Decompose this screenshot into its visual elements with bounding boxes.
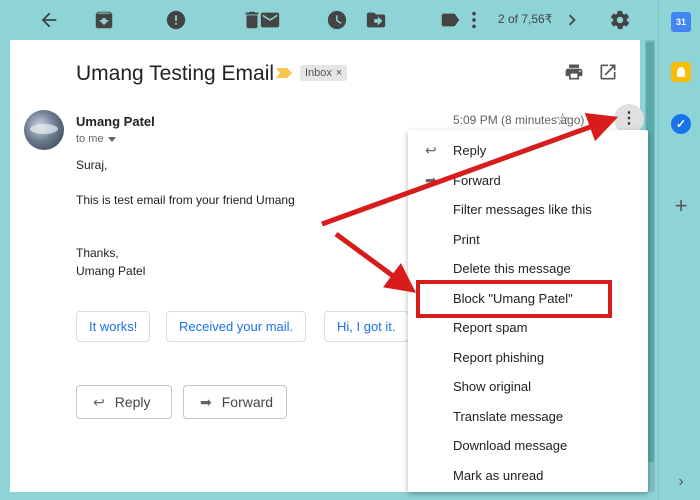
forward-arrow-icon: ➡ <box>200 393 212 410</box>
star-icon[interactable]: ☆ <box>555 110 570 130</box>
sender-name[interactable]: Umang Patel <box>76 114 155 129</box>
labels-icon[interactable] <box>438 8 462 32</box>
sender-avatar[interactable] <box>24 110 64 150</box>
annotation-highlight-box <box>416 280 612 318</box>
report-spam-icon[interactable] <box>164 8 188 32</box>
menu-item-delete[interactable]: Delete this message <box>453 261 571 276</box>
inbox-label-chip[interactable]: Inbox × <box>300 65 348 81</box>
archive-icon[interactable] <box>92 8 116 32</box>
expand-panel-icon[interactable]: › <box>671 472 691 492</box>
smart-reply-it-works[interactable]: It works! <box>76 311 151 342</box>
smart-reply-got-it[interactable]: Hi, I got it. <box>324 311 409 342</box>
smart-reply-received[interactable]: Received your mail. <box>166 311 307 342</box>
email-signoff: Thanks, <box>76 246 119 260</box>
open-new-window-icon[interactable] <box>598 62 618 82</box>
forward-label: Forward <box>221 394 274 410</box>
tasks-icon[interactable]: ✓ <box>671 114 691 134</box>
menu-item-report-phishing[interactable]: Report phishing <box>453 350 544 365</box>
back-arrow-icon[interactable] <box>37 8 61 32</box>
recipient-text: to me <box>76 133 104 145</box>
menu-item-reply[interactable]: Reply <box>453 143 486 158</box>
menu-item-print[interactable]: Print <box>453 232 480 247</box>
email-greeting: Suraj, <box>76 158 108 172</box>
forward-button[interactable]: ➡ Forward <box>183 385 287 419</box>
print-icon[interactable] <box>564 62 584 82</box>
menu-item-filter[interactable]: Filter messages like this <box>453 202 592 217</box>
email-body: This is test email from your friend Uman… <box>76 193 295 207</box>
toolbar: 2 of 7,56₹ <box>0 0 650 40</box>
vertical-dots-icon: ⋮ <box>621 110 637 127</box>
move-to-icon[interactable] <box>364 8 388 32</box>
recipient-details[interactable]: to me <box>76 133 116 145</box>
importance-marker-icon[interactable] <box>276 68 292 78</box>
remove-label-icon[interactable]: × <box>336 67 342 79</box>
message-count: 2 of 7,56₹ <box>498 12 553 26</box>
settings-gear-icon[interactable] <box>608 8 632 32</box>
inbox-label-text: Inbox <box>305 67 332 79</box>
snooze-icon[interactable] <box>325 8 349 32</box>
menu-item-mark-unread[interactable]: Mark as unread <box>453 468 543 483</box>
reply-button[interactable]: ↩ Reply <box>76 385 172 419</box>
menu-item-translate[interactable]: Translate message <box>453 409 563 424</box>
reply-label: Reply <box>114 394 151 410</box>
menu-item-show-original[interactable]: Show original <box>453 379 531 394</box>
keep-icon[interactable] <box>671 62 691 82</box>
add-addon-icon[interactable]: + <box>671 195 691 217</box>
details-caret-icon[interactable] <box>107 136 116 142</box>
more-icon[interactable] <box>462 8 486 32</box>
side-panel: 31 ✓ + › <box>658 0 700 500</box>
email-subject: Umang Testing Email <box>76 62 275 85</box>
newer-icon[interactable] <box>560 8 584 32</box>
calendar-icon[interactable]: 31 <box>671 12 691 32</box>
menu-item-report-spam[interactable]: Report spam <box>453 320 527 335</box>
menu-item-download[interactable]: Download message <box>453 438 567 453</box>
menu-item-forward[interactable]: Forward <box>453 173 501 188</box>
email-signature: Umang Patel <box>76 264 146 278</box>
reply-arrow-icon: ↩ <box>93 393 105 410</box>
mark-unread-icon[interactable] <box>258 8 282 32</box>
forward-icon: ➡ <box>425 172 437 188</box>
reply-icon: ↩ <box>425 142 437 158</box>
